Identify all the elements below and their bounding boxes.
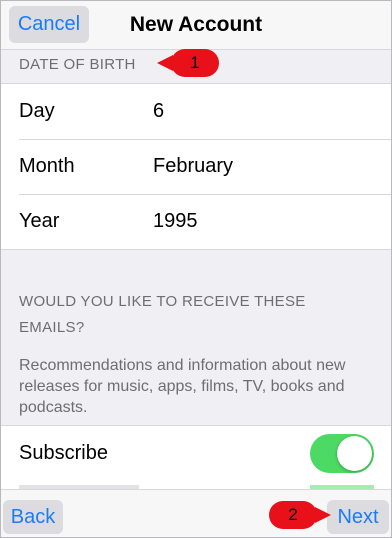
dob-day-value[interactable]: 6 — [153, 100, 164, 123]
subscribe-toggle[interactable] — [310, 434, 374, 473]
step-1-callout: 1 — [157, 49, 219, 77]
subscribe-label: Subscribe — [19, 442, 108, 464]
dob-label: Year — [19, 210, 60, 232]
dob-row-day[interactable]: Day 6 — [1, 84, 391, 139]
callout-pointer-icon — [315, 507, 331, 523]
dob-section-header: DATE OF BIRTH — [19, 56, 136, 73]
dob-year-value[interactable]: 1995 — [153, 210, 198, 233]
dob-list: Day 6 Month February Year 1995 — [1, 83, 391, 250]
dob-row-year[interactable]: Year 1995 — [1, 194, 391, 249]
partially-hidden-row — [1, 481, 391, 489]
callout-number: 1 — [171, 49, 219, 77]
page-title: New Account — [129, 13, 263, 36]
dob-label: Month — [19, 155, 75, 177]
dob-label: Day — [19, 100, 55, 122]
toggle-knob — [337, 436, 372, 471]
dob-month-value[interactable]: February — [153, 155, 233, 178]
next-button[interactable]: Next — [327, 500, 389, 534]
emails-description: Recommendations and information about ne… — [19, 357, 346, 416]
step-2-callout: 2 — [269, 501, 331, 529]
emails-section-header: WOULD YOU LIKE TO RECEIVE THESE EMAILS? — [19, 293, 306, 336]
account-form-screen: Cancel New Account DATE OF BIRTH 1 Day 6… — [0, 0, 392, 538]
back-button[interactable]: Back — [3, 500, 63, 534]
dob-row-month[interactable]: Month February — [1, 139, 391, 194]
subscribe-row: Subscribe — [1, 425, 391, 482]
bottom-toolbar: Back Next — [1, 489, 391, 537]
navigation-bar: Cancel New Account — [1, 1, 391, 50]
callout-number: 2 — [269, 501, 317, 529]
